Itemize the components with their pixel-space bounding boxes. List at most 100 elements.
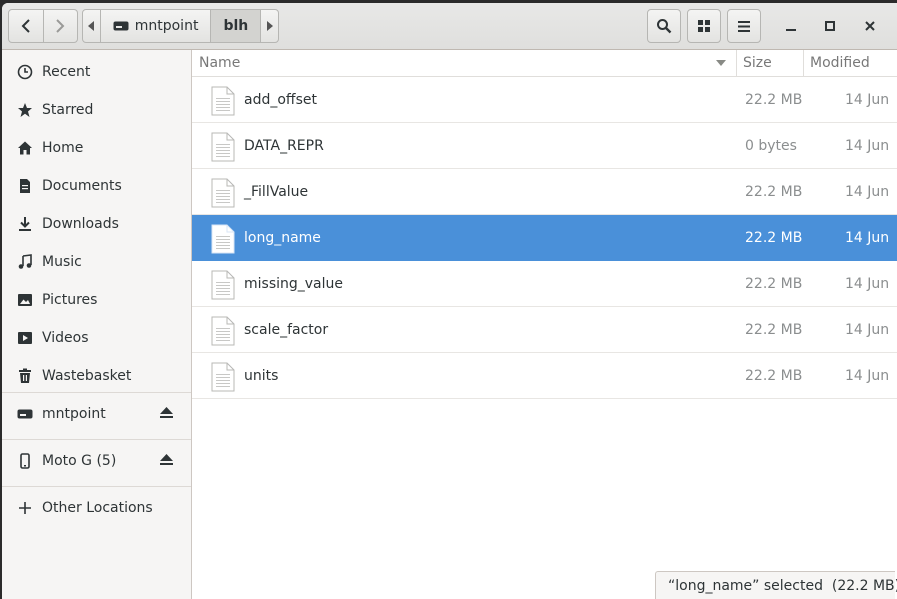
sidebar-item-home[interactable]: Home	[2, 129, 191, 167]
close-icon	[865, 21, 875, 31]
column-header-label: Modified	[810, 55, 870, 71]
sidebar: Recent Starred Home Documents Downloads …	[2, 50, 192, 599]
file-modified: 14 Jun	[845, 91, 890, 108]
hamburger-menu-icon	[738, 20, 750, 32]
search-icon	[657, 19, 672, 34]
sidebar-item-label: Home	[42, 140, 84, 156]
file-name: _FillValue	[244, 183, 309, 200]
plus-icon	[16, 499, 34, 517]
eject-icon[interactable]	[160, 454, 173, 470]
grid-view-button[interactable]	[687, 9, 721, 43]
file-size: 22.2 MB	[745, 183, 803, 200]
file-row[interactable]: add_offset 22.2 MB 14 Jun	[192, 77, 897, 123]
file-row[interactable]: DATA_REPR 0 bytes 14 Jun	[192, 123, 897, 169]
triangle-right-icon	[266, 21, 273, 31]
file-row[interactable]: _FillValue 22.2 MB 14 Jun	[192, 169, 897, 215]
sidebar-item-wastebasket[interactable]: Wastebasket	[2, 357, 191, 395]
maximize-button[interactable]	[817, 13, 843, 39]
home-icon	[16, 139, 34, 157]
column-divider	[736, 50, 737, 76]
drive-icon	[16, 405, 34, 423]
forward-button[interactable]	[42, 10, 78, 42]
path-scroll-left-button[interactable]	[83, 10, 100, 42]
path-crumb-label: blh	[223, 18, 249, 34]
clock-icon	[16, 63, 34, 81]
file-name: units	[244, 367, 279, 384]
path-crumb-mntpoint[interactable]: mntpoint	[99, 10, 211, 42]
sidebar-item-other-locations[interactable]: Other Locations	[2, 489, 191, 527]
file-row[interactable]: long_name 22.2 MB 14 Jun	[192, 215, 897, 261]
document-icon	[16, 177, 34, 195]
sidebar-item-recent[interactable]: Recent	[2, 53, 191, 91]
sidebar-separator	[2, 486, 191, 487]
column-header-modified[interactable]: Modified	[810, 50, 870, 76]
file-size: 22.2 MB	[745, 367, 803, 384]
file-row[interactable]: missing_value 22.2 MB 14 Jun	[192, 261, 897, 307]
file-name: DATA_REPR	[244, 137, 324, 154]
text-file-icon	[211, 132, 235, 166]
music-icon	[16, 253, 34, 271]
text-file-icon	[211, 316, 235, 350]
sidebar-item-moto-g[interactable]: Moto G (5)	[2, 442, 191, 480]
sidebar-item-label: Moto G (5)	[42, 453, 117, 469]
sidebar-separator	[2, 439, 191, 440]
column-header-name[interactable]: Name	[199, 50, 240, 76]
file-name: long_name	[244, 229, 321, 246]
column-header-label: Size	[743, 55, 772, 71]
menu-button[interactable]	[727, 9, 761, 43]
sidebar-separator	[2, 392, 191, 393]
sidebar-item-label: Other Locations	[42, 500, 153, 516]
path-crumb-blh[interactable]: blh	[210, 10, 261, 42]
sidebar-item-downloads[interactable]: Downloads	[2, 205, 191, 243]
file-modified: 14 Jun	[845, 367, 890, 384]
file-modified: 14 Jun	[845, 229, 890, 246]
trash-icon	[16, 367, 34, 385]
sidebar-item-music[interactable]: Music	[2, 243, 191, 281]
file-modified: 14 Jun	[845, 275, 890, 292]
file-size: 22.2 MB	[745, 91, 803, 108]
sidebar-item-pictures[interactable]: Pictures	[2, 281, 191, 319]
close-button[interactable]	[857, 13, 883, 39]
file-modified: 14 Jun	[845, 183, 890, 200]
minimize-button[interactable]	[778, 13, 804, 39]
path-crumb-label: mntpoint	[134, 18, 199, 34]
sidebar-item-label: Pictures	[42, 292, 98, 308]
file-name: missing_value	[244, 275, 344, 292]
grid-icon	[698, 20, 710, 32]
header-bar: mntpoint blh	[2, 3, 897, 50]
sidebar-item-label: Music	[42, 254, 82, 270]
sidebar-item-documents[interactable]: Documents	[2, 167, 191, 205]
file-manager-window: mntpoint blh Recent Starred Home Documen…	[2, 3, 897, 599]
search-button[interactable]	[647, 9, 681, 43]
text-file-icon	[211, 224, 235, 258]
text-file-icon	[211, 270, 235, 304]
back-button[interactable]	[9, 10, 43, 42]
file-modified: 14 Jun	[845, 321, 890, 338]
file-name: add_offset	[244, 91, 317, 108]
video-icon	[16, 329, 34, 347]
picture-icon	[16, 291, 34, 309]
sidebar-item-starred[interactable]: Starred	[2, 91, 191, 129]
file-name: scale_factor	[244, 321, 329, 338]
file-size: 22.2 MB	[745, 321, 803, 338]
column-header-size[interactable]: Size	[743, 50, 772, 76]
maximize-icon	[825, 21, 835, 31]
file-row[interactable]: scale_factor 22.2 MB 14 Jun	[192, 307, 897, 353]
text-file-icon	[211, 362, 235, 396]
path-scroll-right-button[interactable]	[260, 10, 278, 42]
file-row[interactable]: units 22.2 MB 14 Jun	[192, 353, 897, 399]
text-file-icon	[211, 178, 235, 212]
sidebar-item-videos[interactable]: Videos	[2, 319, 191, 357]
triangle-left-icon	[88, 21, 95, 31]
sidebar-item-mntpoint[interactable]: mntpoint	[2, 395, 191, 433]
file-list: Name Size Modified add_offset 22.2 MB 14 J…	[192, 50, 897, 599]
sidebar-item-label: mntpoint	[42, 406, 106, 422]
sort-arrow-icon	[716, 60, 726, 66]
drive-icon	[113, 21, 129, 31]
eject-icon[interactable]	[160, 407, 173, 423]
column-header-label: Name	[199, 55, 241, 71]
star-icon	[16, 101, 34, 119]
path-bar: mntpoint blh	[82, 9, 279, 43]
sidebar-item-label: Wastebasket	[42, 368, 132, 384]
sidebar-item-label: Recent	[42, 64, 91, 80]
